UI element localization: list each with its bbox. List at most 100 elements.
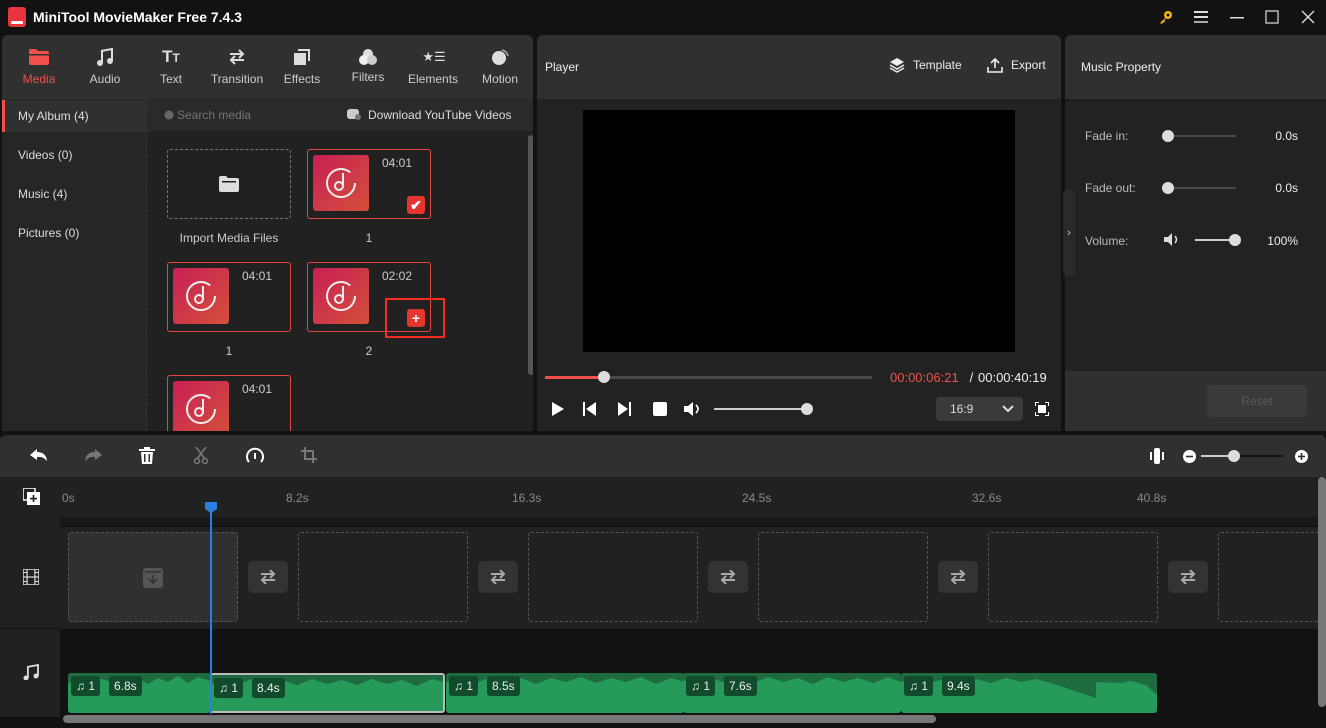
media-item[interactable]: 04:01 [167, 375, 291, 431]
audio-clip[interactable]: ♫ 1 8.5s [446, 673, 684, 713]
fade-in-label: Fade in: [1085, 129, 1129, 143]
sidebar-item-music[interactable]: Music (4) [2, 178, 146, 210]
next-frame-icon[interactable] [617, 402, 631, 416]
app-logo-icon [8, 7, 26, 27]
tab-motion[interactable]: Motion [467, 35, 533, 99]
video-slot[interactable] [758, 532, 928, 622]
fade-in-handle[interactable] [1162, 130, 1174, 142]
timeline-vertical-scrollbar[interactable] [1318, 477, 1326, 707]
volume-icon[interactable] [684, 402, 702, 416]
tab-media[interactable]: Media [6, 35, 72, 99]
close-icon[interactable] [1295, 5, 1321, 29]
volume-handle[interactable] [1229, 234, 1241, 246]
speed-icon[interactable] [246, 447, 264, 464]
timeline-zoom-handle[interactable] [1228, 450, 1240, 462]
key-icon[interactable] [1153, 5, 1179, 29]
chevron-down-icon [1002, 405, 1014, 413]
video-slot[interactable] [68, 532, 238, 622]
split-icon[interactable] [193, 447, 209, 464]
collapse-panel-button[interactable]: › [1063, 190, 1075, 276]
ruler-tick-label: 40.8s [1137, 491, 1167, 505]
fade-out-label: Fade out: [1085, 181, 1136, 195]
timeline-ruler[interactable]: 0s 8.2s 16.3s 24.5s 32.6s 40.8s [0, 477, 1326, 525]
video-slot[interactable] [1218, 532, 1326, 622]
transition-slot[interactable] [708, 561, 748, 593]
tab-audio[interactable]: Audio [72, 35, 138, 99]
import-media-button[interactable] [167, 149, 291, 219]
drop-media-icon [143, 568, 163, 588]
audio-clip-selected[interactable]: ♫ 1 8.4s [210, 673, 445, 713]
player-title: Player [545, 60, 580, 74]
add-track-icon[interactable] [23, 488, 40, 505]
reset-button[interactable]: Reset [1207, 385, 1307, 417]
minimize-icon[interactable] [1224, 5, 1250, 29]
fade-in-slider[interactable] [1168, 135, 1236, 137]
media-item[interactable]: 04:01 ✔ [307, 149, 431, 219]
delete-icon[interactable] [139, 447, 155, 464]
redo-icon[interactable] [84, 448, 102, 464]
transition-slot[interactable] [478, 561, 518, 593]
fit-timeline-icon[interactable] [1150, 448, 1164, 464]
folder-icon [28, 46, 50, 68]
media-scrollbar[interactable] [528, 135, 533, 375]
sidebar-item-videos[interactable]: Videos (0) [2, 139, 146, 171]
player-volume-handle[interactable] [801, 403, 813, 415]
crop-icon[interactable] [301, 447, 317, 463]
audio-clip[interactable]: ♫ 1 9.4s [901, 673, 1157, 713]
audio-clip[interactable]: ♫ 1 7.6s [683, 673, 901, 713]
media-item[interactable]: 04:01 [167, 262, 291, 332]
sidebar-item-my-album[interactable]: My Album (4) [2, 100, 146, 132]
transition-slot[interactable] [1168, 561, 1208, 593]
undo-icon[interactable] [30, 448, 48, 464]
clip-track-tag: ♫ 1 [449, 676, 479, 696]
download-youtube-link[interactable]: Download YouTube Videos [368, 108, 511, 122]
aspect-ratio-select[interactable]: 16:9 [936, 397, 1023, 421]
transition-icon [1179, 570, 1197, 584]
export-icon [987, 57, 1003, 73]
effects-icon [291, 46, 313, 68]
export-button[interactable]: Export [987, 57, 1046, 73]
tab-elements[interactable]: ★☰ Elements [403, 35, 465, 99]
play-icon[interactable] [551, 402, 565, 416]
video-slot[interactable] [528, 532, 698, 622]
audio-track[interactable]: ♫ 1 6.8s ♫ 1 8.4s ♫ 1 8.5s ♫ 1 7.6s ♫ 1 … [60, 629, 1318, 717]
fullscreen-icon[interactable] [1035, 402, 1049, 416]
progress-handle[interactable] [598, 371, 610, 383]
waveform [212, 675, 443, 686]
tab-label: Filters [351, 70, 385, 84]
music-note-icon [94, 46, 116, 68]
waveform [683, 673, 901, 684]
divider [1065, 100, 1326, 101]
tab-text[interactable]: TT Text [138, 35, 204, 99]
tab-effects[interactable]: Effects [269, 35, 335, 99]
template-button[interactable]: Template [889, 57, 962, 73]
transition-slot[interactable] [248, 561, 288, 593]
video-slot[interactable] [988, 532, 1158, 622]
menu-icon[interactable] [1188, 5, 1214, 29]
stop-icon[interactable] [653, 402, 667, 416]
clip-track: 1 [921, 679, 929, 693]
video-track[interactable] [60, 527, 1326, 629]
sidebar-item-pictures[interactable]: Pictures (0) [2, 217, 146, 249]
previous-frame-icon[interactable] [583, 402, 597, 416]
fade-out-handle[interactable] [1162, 182, 1174, 194]
clip-track: 1 [466, 679, 474, 693]
maximize-icon[interactable] [1259, 5, 1285, 29]
tab-transition[interactable]: Transition [200, 35, 274, 99]
timeline-horizontal-scrollbar[interactable] [63, 715, 936, 723]
audio-clip[interactable]: ♫ 1 6.8s [68, 673, 211, 713]
import-media-label: Import Media Files [179, 231, 279, 245]
zoom-in-icon[interactable] [1295, 450, 1308, 463]
tab-filters[interactable]: Filters [335, 35, 401, 99]
video-slot[interactable] [298, 532, 468, 622]
transition-slot[interactable] [938, 561, 978, 593]
player-volume-track[interactable] [714, 408, 807, 410]
search-input[interactable] [177, 105, 327, 125]
clip-track: 1 [88, 679, 96, 693]
fade-out-slider[interactable] [1168, 187, 1236, 189]
zoom-out-icon[interactable] [1183, 450, 1196, 463]
check-icon[interactable]: ✔ [407, 196, 425, 214]
property-footer: Reset [1065, 371, 1326, 431]
property-header: Music Property [1065, 35, 1326, 99]
video-preview [583, 110, 1015, 352]
